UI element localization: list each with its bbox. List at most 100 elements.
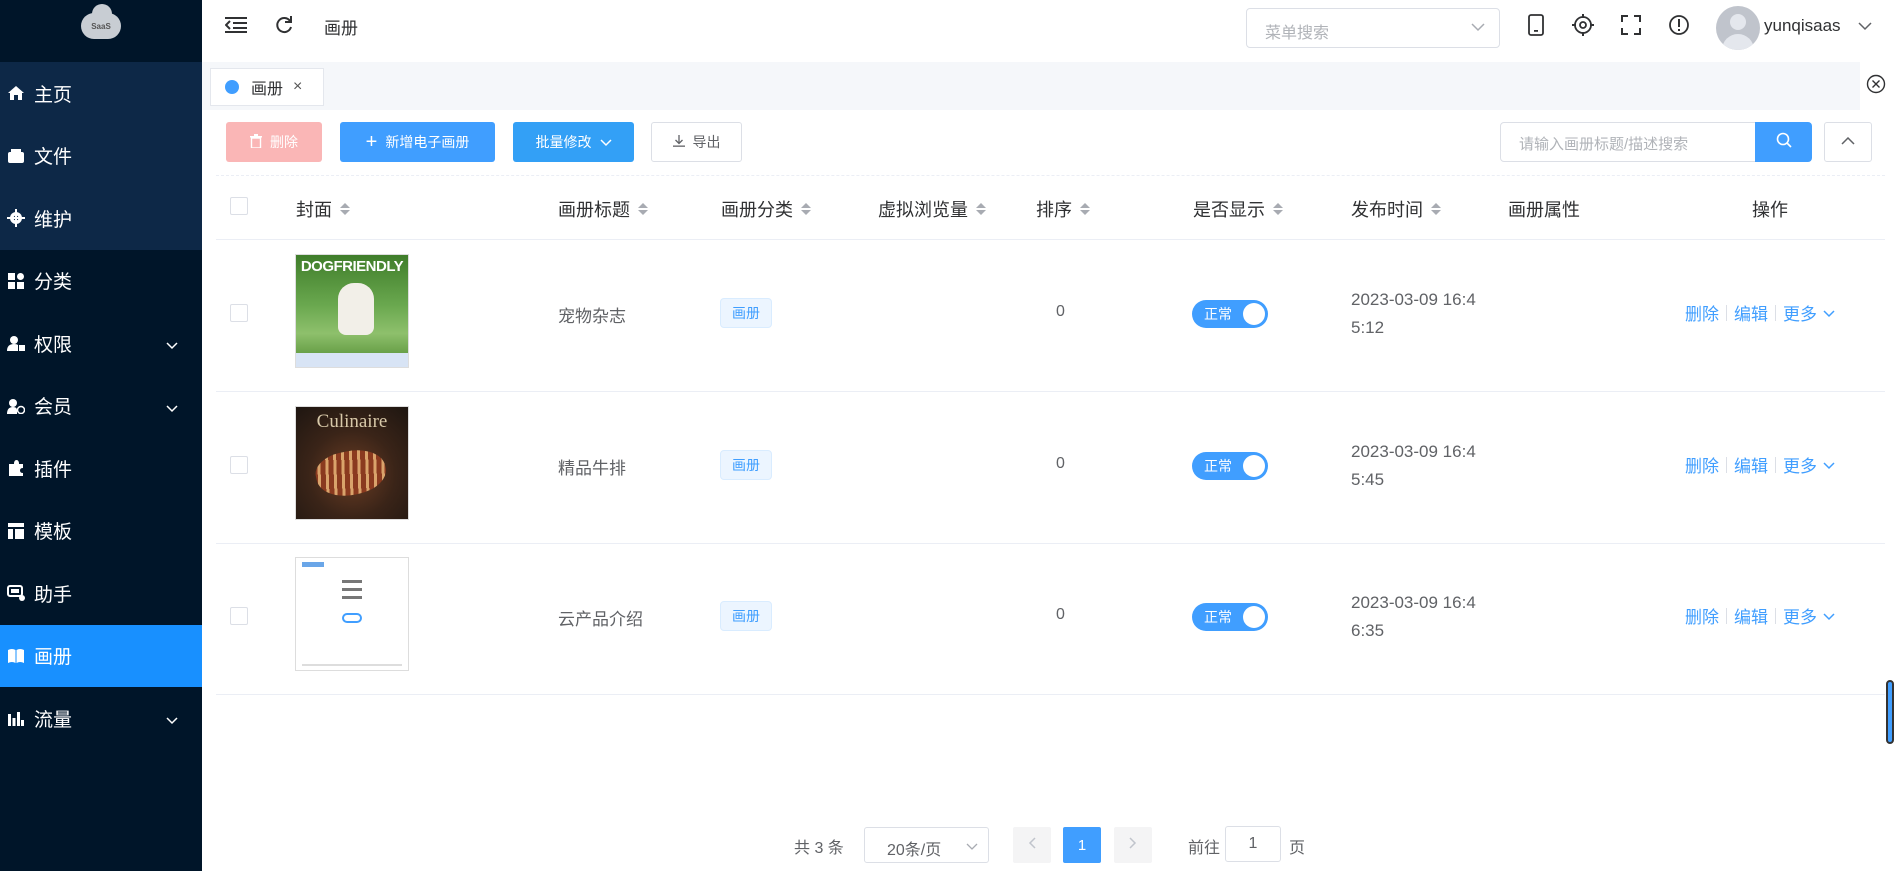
cover-text-line (342, 588, 362, 591)
visibility-switch[interactable]: 正常 (1192, 603, 1268, 631)
username[interactable]: yunqisaas (1764, 16, 1841, 36)
sidebar-item-assistant[interactable]: 助手 (0, 562, 202, 625)
top-header: 画册 菜单搜索 yunqisaas (202, 0, 1897, 52)
row-more-dropdown[interactable]: 更多 (1783, 603, 1817, 628)
info-icon[interactable] (1667, 13, 1691, 37)
col-publish-time[interactable]: 发布时间 (1351, 196, 1441, 222)
col-visible[interactable]: 是否显示 (1193, 196, 1283, 222)
batch-edit-dropdown[interactable]: 批量修改 (513, 122, 634, 162)
fullscreen-icon[interactable] (1619, 13, 1643, 37)
row-edit-link[interactable]: 编辑 (1734, 300, 1768, 325)
avatar[interactable] (1716, 6, 1760, 50)
sidebar-item-members[interactable]: 会员 (0, 375, 202, 438)
row-delete-link[interactable]: 删除 (1685, 452, 1719, 477)
chevron-down-icon[interactable] (1858, 18, 1872, 36)
chevron-down-icon (166, 709, 178, 731)
gear-icon (6, 208, 26, 228)
close-all-tabs-icon[interactable] (1866, 74, 1886, 99)
row-checkbox[interactable] (230, 456, 248, 474)
sidebar-item-album[interactable]: 画册 (0, 624, 202, 687)
page-size-select[interactable]: 20条/页 (864, 827, 989, 863)
scrollbar-thumb[interactable] (1886, 680, 1894, 744)
row-delete-link[interactable]: 删除 (1685, 300, 1719, 325)
chevron-down-icon[interactable] (1823, 303, 1835, 323)
close-icon[interactable]: × (293, 78, 302, 96)
sort-icon[interactable] (976, 203, 986, 215)
row-more-dropdown[interactable]: 更多 (1783, 300, 1817, 325)
col-title[interactable]: 画册标题 (558, 196, 648, 222)
col-label: 排序 (1036, 200, 1072, 220)
category-tag: 画册 (720, 601, 772, 631)
settings-icon[interactable] (1571, 13, 1595, 37)
sort-icon[interactable] (1273, 203, 1283, 215)
menu-search-placeholder: 菜单搜索 (1265, 25, 1330, 42)
mobile-icon[interactable] (1524, 13, 1548, 37)
album-cover-image[interactable]: Culinaire (295, 406, 409, 520)
publish-time: 2023-03-09 16:4 5:45 (1351, 438, 1491, 494)
album-search-input[interactable]: 请输入画册标题/描述搜索 (1500, 122, 1756, 162)
breadcrumb: 画册 (324, 19, 358, 38)
row-delete-link[interactable]: 删除 (1685, 603, 1719, 628)
col-cover[interactable]: 封面 (296, 196, 350, 222)
sort-icon[interactable] (638, 203, 648, 215)
switch-label: 正常 (1204, 609, 1232, 625)
col-views[interactable]: 虚拟浏览量 (878, 196, 986, 222)
search-button[interactable] (1755, 122, 1812, 162)
add-album-button[interactable]: + 新增电子画册 (340, 122, 495, 162)
sort-icon[interactable] (1080, 203, 1090, 215)
assistant-icon (6, 583, 26, 603)
sidebar-item-permissions[interactable]: 权限 (0, 312, 202, 375)
select-all-checkbox[interactable] (230, 197, 248, 215)
sidebar-item-files[interactable]: 文件 (0, 124, 202, 187)
menu-search-select[interactable]: 菜单搜索 (1246, 8, 1500, 48)
next-page-button[interactable] (1114, 827, 1152, 863)
row-checkbox[interactable] (230, 304, 248, 322)
sidebar-item-category[interactable]: 分类 (0, 250, 202, 313)
delete-button[interactable]: 删除 (226, 122, 322, 162)
sidebar-item-maintenance[interactable]: 维护 (0, 187, 202, 250)
chevron-down-icon (166, 397, 178, 419)
chevron-down-icon[interactable] (1823, 455, 1835, 475)
row-edit-link[interactable]: 编辑 (1734, 603, 1768, 628)
album-title: 宠物杂志 (558, 307, 626, 326)
sort-value: 0 (1056, 455, 1065, 472)
sort-icon[interactable] (1431, 203, 1441, 215)
time-line: 6:35 (1351, 621, 1385, 640)
visibility-switch[interactable]: 正常 (1192, 300, 1268, 328)
sort-icon[interactable] (801, 203, 811, 215)
goto-page-input[interactable]: 1 (1225, 826, 1281, 862)
time-line: 5:12 (1351, 318, 1385, 337)
menu-fold-icon[interactable] (224, 13, 248, 37)
col-category[interactable]: 画册分类 (721, 196, 811, 222)
chevron-right-icon (1129, 836, 1137, 854)
chevron-down-icon (599, 134, 612, 150)
row-edit-link[interactable]: 编辑 (1734, 452, 1768, 477)
col-label: 封面 (296, 200, 332, 220)
app-logo[interactable]: SaaS (0, 0, 202, 62)
col-label: 发布时间 (1351, 200, 1423, 220)
member-icon (6, 396, 26, 416)
sidebar-item-label: 分类 (34, 272, 73, 294)
album-cover-image[interactable]: DOGFRIENDLY (295, 254, 409, 368)
row-more-dropdown[interactable]: 更多 (1783, 452, 1817, 477)
prev-page-button[interactable] (1013, 827, 1051, 863)
collapse-search-button[interactable] (1824, 122, 1872, 162)
tab-album[interactable]: 画册 × (210, 68, 324, 106)
sidebar-item-traffic[interactable]: 流量 (0, 687, 202, 750)
sidebar-item-templates[interactable]: 模板 (0, 500, 202, 563)
delete-label: 删除 (270, 134, 298, 150)
visibility-switch[interactable]: 正常 (1192, 452, 1268, 480)
row-actions: 删除 编辑 更多 (1685, 300, 1835, 325)
export-button[interactable]: 导出 (651, 122, 742, 162)
sidebar-item-plugins[interactable]: 插件 (0, 437, 202, 500)
category-tag: 画册 (720, 450, 772, 480)
sort-icon[interactable] (340, 203, 350, 215)
col-sort[interactable]: 排序 (1036, 196, 1090, 222)
export-label: 导出 (692, 134, 721, 150)
page-number-1[interactable]: 1 (1063, 827, 1101, 863)
row-checkbox[interactable] (230, 607, 248, 625)
refresh-icon[interactable] (272, 13, 296, 37)
chevron-down-icon[interactable] (1823, 606, 1835, 626)
album-cover-image[interactable] (295, 557, 409, 671)
sidebar-item-home[interactable]: 主页 (0, 62, 202, 125)
